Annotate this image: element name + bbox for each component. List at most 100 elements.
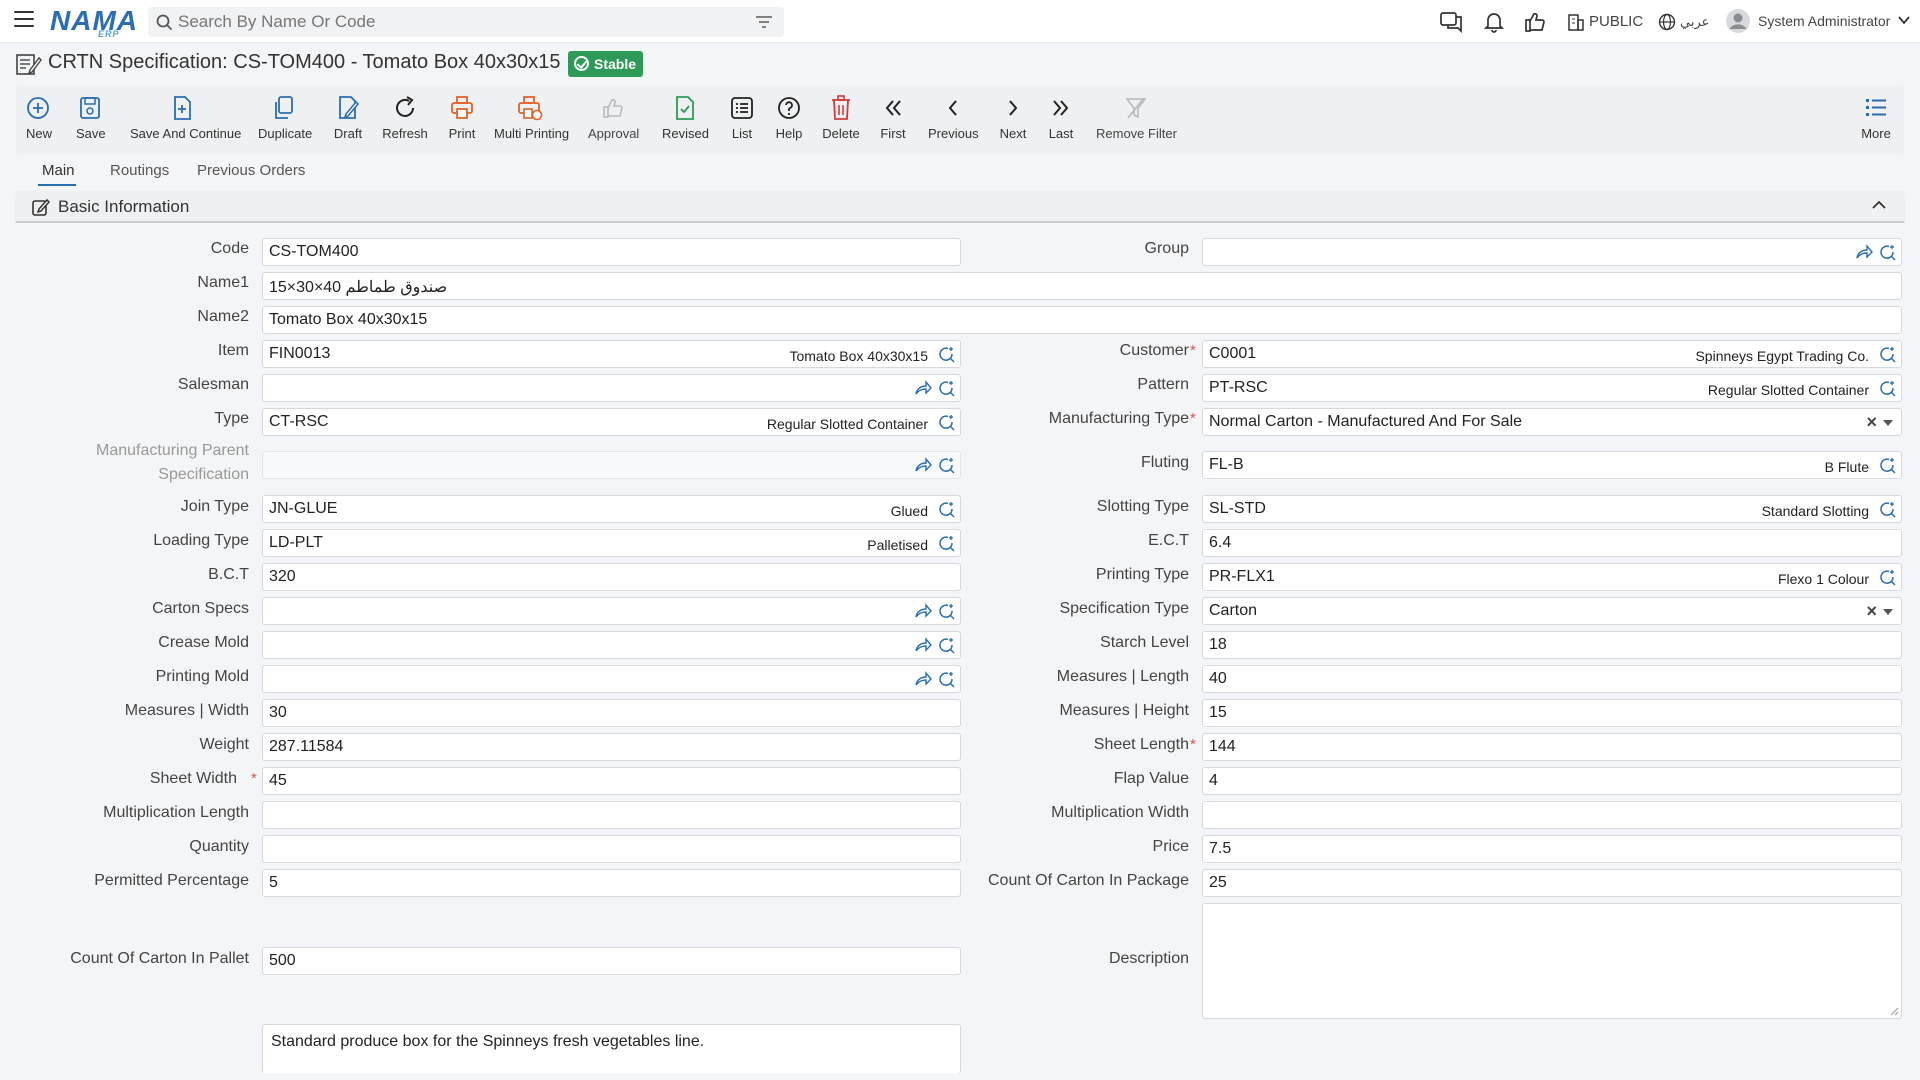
user-name[interactable]: System Administrator [1758, 13, 1890, 29]
loading-type-field[interactable]: LD-PLT Palletised [262, 529, 961, 557]
type-field[interactable]: CT-RSC Regular Slotted Container [262, 408, 961, 436]
first-button[interactable]: First [880, 94, 906, 150]
specification-type-select[interactable]: Carton × [1202, 597, 1902, 625]
search-lookup-icon[interactable] [1879, 244, 1897, 262]
multi-printing-button[interactable]: Multi Printing [494, 94, 569, 150]
multiplication-length-field[interactable] [262, 801, 961, 829]
crease-mold-field[interactable] [262, 631, 961, 659]
thumbs-up-icon[interactable] [1524, 11, 1546, 33]
refresh-button[interactable]: Refresh [382, 94, 428, 150]
name1-field[interactable]: صندوق طماطم 40×30×15 [262, 272, 1902, 300]
share-icon[interactable] [914, 457, 932, 473]
manufacturing-type-select[interactable]: Normal Carton - Manufactured And For Sal… [1202, 408, 1902, 436]
printing-type-field[interactable]: PR-FLX1 Flexo 1 Colour [1202, 563, 1902, 591]
clear-icon[interactable]: × [1866, 601, 1877, 622]
starch-level-field[interactable]: 18 [1202, 631, 1902, 659]
bct-field[interactable]: 320 [262, 563, 961, 591]
globe-icon[interactable] [1658, 13, 1676, 31]
help-button[interactable]: Help [774, 94, 804, 150]
search-input[interactable] [178, 7, 738, 37]
flap-value-field[interactable]: 4 [1202, 767, 1902, 795]
share-icon[interactable] [914, 380, 932, 396]
tab-routings[interactable]: Routings [110, 162, 169, 179]
printing-mold-field[interactable] [262, 665, 961, 693]
new-button[interactable]: New [26, 94, 52, 150]
share-icon[interactable] [914, 637, 932, 653]
measures-width-field[interactable]: 30 [262, 699, 961, 727]
search-lookup-icon[interactable] [938, 414, 956, 432]
tab-previous-orders[interactable]: Previous Orders [197, 162, 305, 179]
search-lookup-icon[interactable] [938, 501, 956, 519]
item-field[interactable]: FIN0013 Tomato Box 40x30x15 [262, 340, 961, 368]
logo[interactable]: NAMA ERP [50, 5, 138, 39]
sheet-width-field[interactable]: 45 [262, 767, 961, 795]
remove-filter-button[interactable]: Remove Filter [1096, 94, 1177, 150]
description-textarea[interactable] [1202, 903, 1902, 1019]
save-and-continue-button[interactable]: Save And Continue [130, 94, 241, 150]
pattern-field[interactable]: PT-RSC Regular Slotted Container [1202, 374, 1902, 402]
customer-field[interactable]: C0001 Spinneys Egypt Trading Co. [1202, 340, 1902, 368]
search-lookup-icon[interactable] [938, 535, 956, 553]
tab-main[interactable]: Main [42, 162, 75, 179]
price-field[interactable]: 7.5 [1202, 835, 1902, 863]
group-field[interactable] [1202, 238, 1902, 266]
search-lookup-icon[interactable] [938, 457, 956, 475]
search-lookup-icon[interactable] [938, 637, 956, 655]
chevron-down-icon[interactable] [1898, 16, 1910, 25]
caret-down-icon[interactable] [1883, 609, 1893, 615]
permitted-percentage-field[interactable]: 5 [262, 869, 961, 897]
name2-field[interactable]: Tomato Box 40x30x15 [262, 306, 1902, 334]
share-icon[interactable] [1855, 244, 1873, 260]
search-lookup-icon[interactable] [1879, 501, 1897, 519]
measures-height-field[interactable]: 15 [1202, 699, 1902, 727]
search-lookup-icon[interactable] [1879, 346, 1897, 364]
filter-icon[interactable] [756, 15, 772, 29]
section-header[interactable]: Basic Information [16, 191, 1904, 223]
count-in-pallet-field[interactable]: 500 [262, 947, 961, 975]
next-button[interactable]: Next [998, 94, 1028, 150]
avatar[interactable] [1726, 9, 1750, 33]
delete-button[interactable]: Delete [822, 94, 860, 150]
carton-specs-field[interactable] [262, 597, 961, 625]
join-type-field[interactable]: JN-GLUE Glued [262, 495, 961, 523]
clear-icon[interactable]: × [1866, 412, 1877, 433]
code-field[interactable]: CS-TOM400 [262, 238, 961, 266]
salesman-field[interactable] [262, 374, 961, 402]
fluting-field[interactable]: FL-B B Flute [1202, 451, 1902, 479]
last-button[interactable]: Last [1048, 94, 1074, 150]
count-in-package-field[interactable]: 25 [1202, 869, 1902, 897]
save-button[interactable]: Save [76, 94, 106, 150]
sheet-length-field[interactable]: 144 [1202, 733, 1902, 761]
measures-length-field[interactable]: 40 [1202, 665, 1902, 693]
search-lookup-icon[interactable] [938, 671, 956, 689]
print-button[interactable]: Print [448, 94, 476, 150]
parent-spec-field[interactable] [262, 451, 961, 479]
duplicate-button[interactable]: Duplicate [258, 94, 312, 150]
chevron-up-icon[interactable] [1872, 200, 1886, 210]
more-button[interactable]: More [1860, 94, 1892, 150]
search-lookup-icon[interactable] [1879, 380, 1897, 398]
list-button[interactable]: List [728, 94, 756, 150]
draft-button[interactable]: Draft [332, 94, 364, 150]
revised-button[interactable]: Revised [662, 94, 709, 150]
search-lookup-icon[interactable] [938, 346, 956, 364]
search-lookup-icon[interactable] [1879, 457, 1897, 475]
company-label[interactable]: PUBLIC [1589, 13, 1643, 30]
search-lookup-icon[interactable] [1879, 569, 1897, 587]
caret-down-icon[interactable] [1883, 420, 1893, 426]
previous-button[interactable]: Previous [928, 94, 979, 150]
language-toggle[interactable]: عربي [1680, 14, 1709, 30]
approval-button[interactable]: Approval [588, 94, 639, 150]
menu-icon[interactable] [14, 11, 34, 29]
bell-icon[interactable] [1484, 11, 1504, 33]
notes-textarea[interactable]: Standard produce box for the Spinneys fr… [262, 1024, 961, 1073]
quantity-field[interactable] [262, 835, 961, 863]
share-icon[interactable] [914, 671, 932, 687]
weight-field[interactable]: 287.11584 [262, 733, 961, 761]
search-lookup-icon[interactable] [938, 380, 956, 398]
share-icon[interactable] [914, 603, 932, 619]
chat-icon[interactable] [1440, 11, 1464, 33]
resize-handle-icon[interactable] [1890, 1007, 1899, 1016]
slotting-type-field[interactable]: SL-STD Standard Slotting [1202, 495, 1902, 523]
search-lookup-icon[interactable] [938, 603, 956, 621]
